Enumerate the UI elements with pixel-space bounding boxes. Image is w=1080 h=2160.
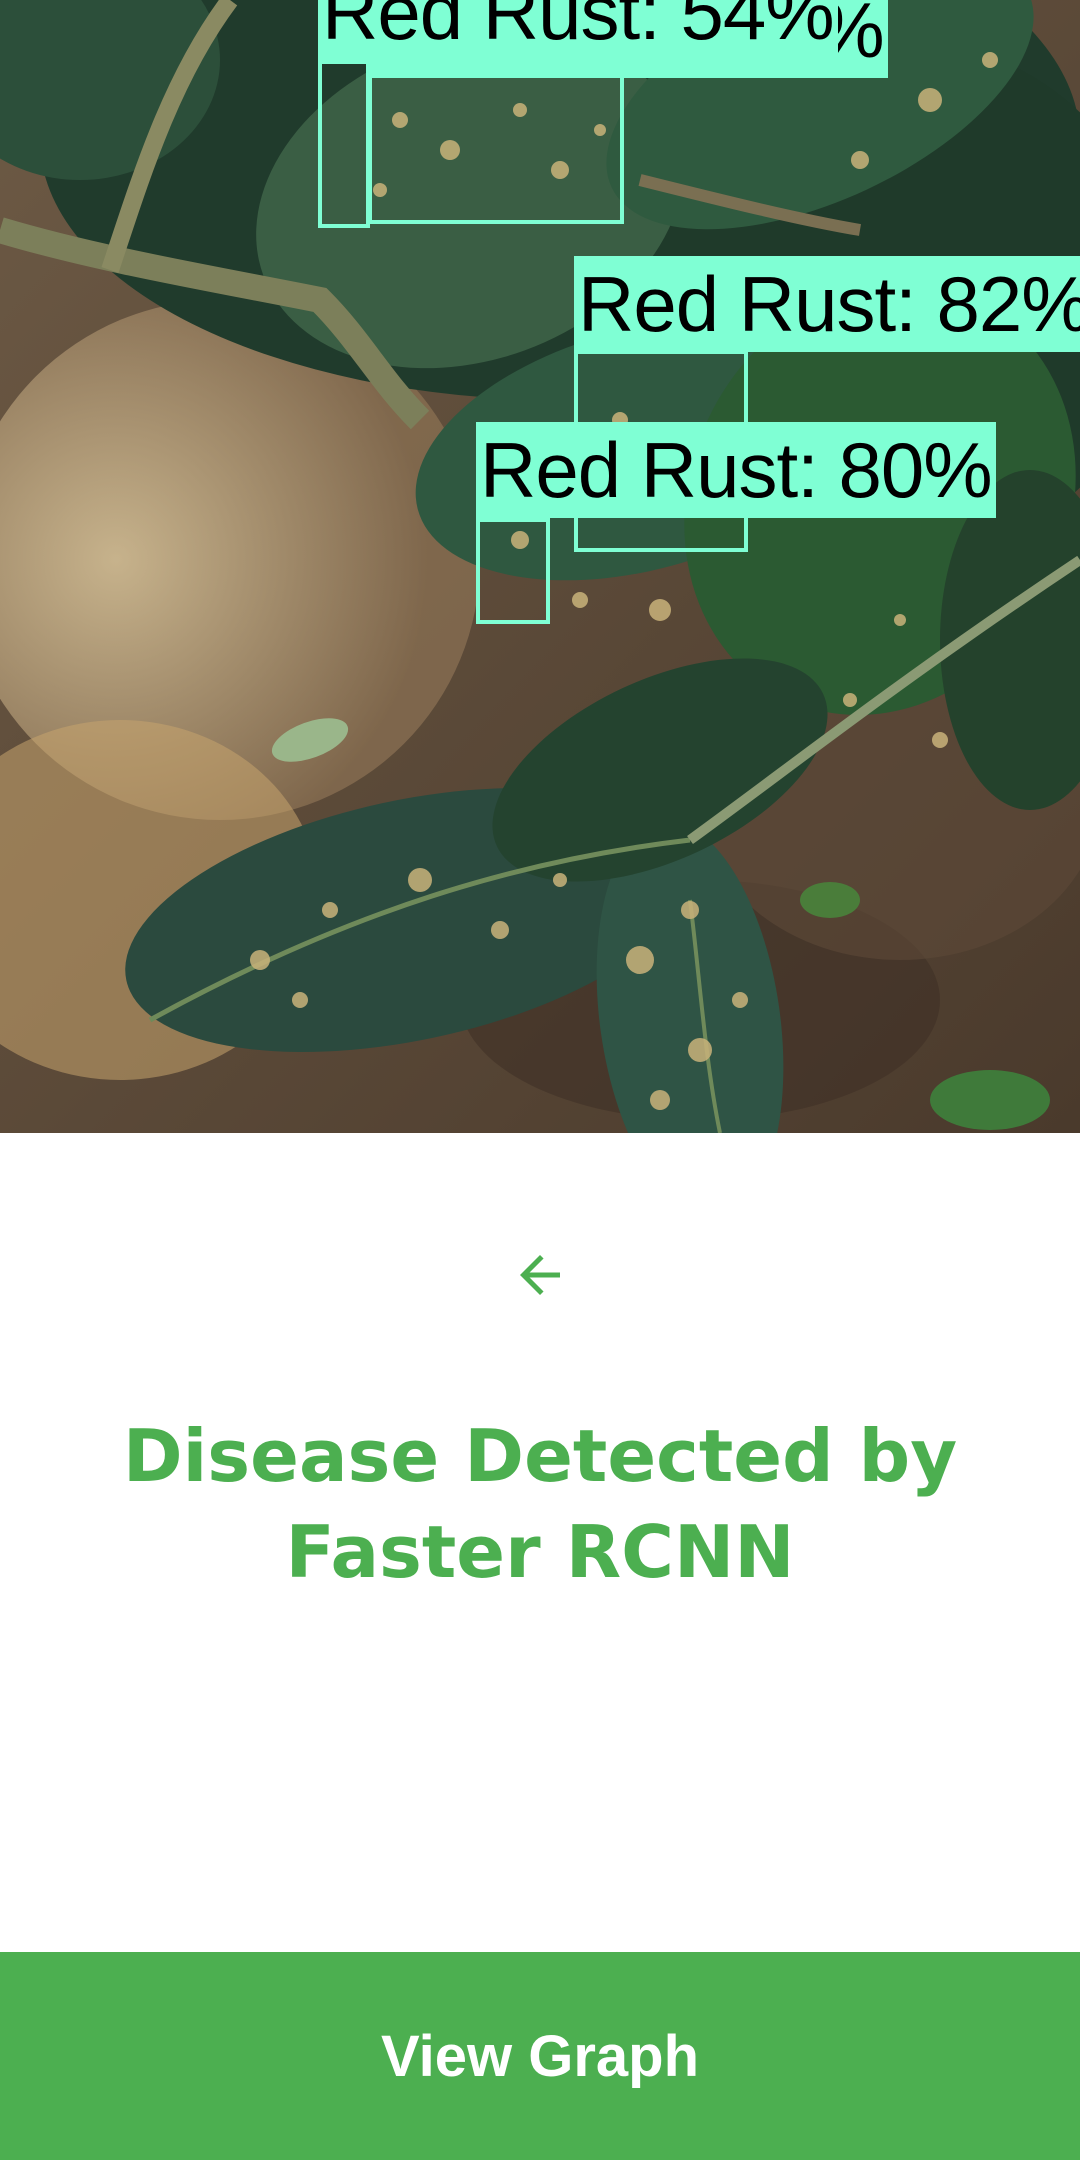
detection-label-3: Red Rust: 82% — [574, 256, 1080, 352]
detection-label-4: Red Rust: 80% — [476, 422, 996, 518]
back-button[interactable] — [500, 1235, 580, 1315]
detection-image: Red Rust: 90% Red Rust: 54% Red Rust: 82… — [0, 0, 1080, 1133]
detection-box-2 — [318, 60, 370, 228]
detection-box-4 — [476, 518, 550, 624]
detection-label-2: Red Rust: 54% — [318, 0, 838, 60]
page-title: Disease Detected by Faster RCNN — [60, 1408, 1020, 1600]
result-screen: Red Rust: 90% Red Rust: 54% Red Rust: 82… — [0, 0, 1080, 2160]
page-title-line-2: Faster RCNN — [285, 1510, 795, 1594]
page-title-line-1: Disease Detected by — [122, 1414, 958, 1498]
view-graph-button[interactable]: View Graph — [0, 1952, 1080, 2160]
arrow-left-icon — [520, 1255, 560, 1295]
